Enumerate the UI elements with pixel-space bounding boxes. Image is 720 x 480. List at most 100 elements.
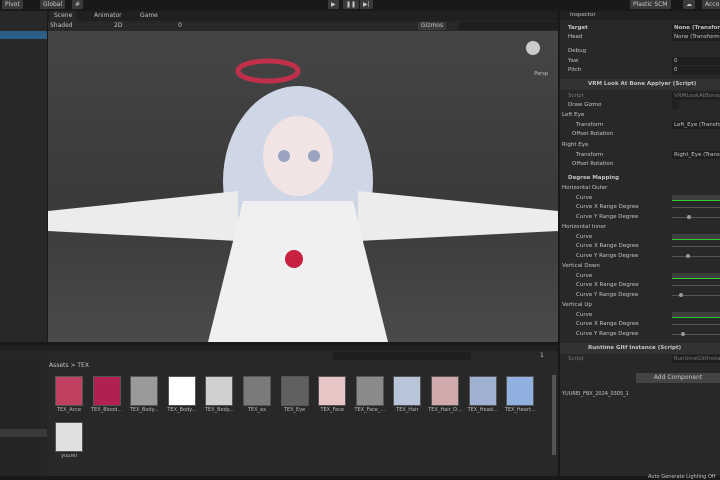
curve-x-slider[interactable] <box>672 324 720 325</box>
script-label: Script <box>568 93 584 99</box>
asset-label[interactable]: TEX_Head... <box>464 407 502 413</box>
scene-viewport[interactable]: Persp <box>48 31 558 342</box>
asset-label[interactable]: TEX_ex <box>238 407 276 413</box>
asset-thumbnail[interactable] <box>243 376 271 406</box>
add-component-button[interactable]: Add Component <box>636 373 720 383</box>
account-button[interactable]: Acco <box>702 0 720 9</box>
asset-label[interactable]: TEX_Eye <box>276 407 314 413</box>
component-header-gltf[interactable]: Runtime Gltf Instance (Script) <box>588 343 681 354</box>
project-panel: 1 Assets > TEX TEX_Acce TEX_Blood... TEX… <box>0 345 558 476</box>
asset-label[interactable]: TEX_Face <box>313 407 351 413</box>
tab-game[interactable]: Game <box>136 11 162 21</box>
asset-label[interactable]: TEX_Body... <box>125 407 163 413</box>
asset-thumbnail[interactable] <box>130 376 159 406</box>
pitch-field[interactable]: 0 <box>672 66 720 74</box>
curve-x-slider[interactable] <box>672 207 720 208</box>
project-scrollbar[interactable] <box>552 375 556 455</box>
left-eye-foldout[interactable]: Left Eye <box>562 111 584 120</box>
asset-thumbnail[interactable] <box>468 376 497 406</box>
asset-label[interactable]: TEX_Blood... <box>88 407 126 413</box>
curve-y-slider[interactable] <box>672 254 720 258</box>
curve-x-slider[interactable] <box>672 285 720 286</box>
inspector-tab[interactable]: Inspector <box>570 11 596 20</box>
persp-label[interactable]: Persp <box>534 71 548 77</box>
slider-knob[interactable] <box>680 332 685 336</box>
asset-thumbnail[interactable] <box>167 376 196 406</box>
degree-group-foldout[interactable]: Horizontal Outer <box>562 184 607 193</box>
asset-thumbnail[interactable] <box>355 376 384 406</box>
breadcrumb-tex[interactable]: TEX <box>77 362 89 369</box>
curve-y-label: Curve Y Range Degree <box>576 214 639 220</box>
curve-y-slider[interactable] <box>672 332 720 336</box>
cloud-icon[interactable]: ☁ <box>683 0 695 9</box>
asset-thumbnail[interactable] <box>318 376 347 406</box>
breadcrumb-assets[interactable]: Assets <box>49 362 69 369</box>
project-folder-tree <box>0 353 47 476</box>
right-eye-foldout[interactable]: Right Eye <box>562 141 588 150</box>
curve-field[interactable] <box>672 234 720 240</box>
degree-group-foldout[interactable]: Horizontal Inner <box>562 223 606 232</box>
component-header-lookat[interactable]: VRM Look At Bone Applyer (Script) <box>588 79 696 90</box>
tab-scene[interactable]: Scene <box>50 11 77 21</box>
grid-snap-button[interactable]: # <box>72 0 84 9</box>
status-bar: Auto Generate Lighting Off <box>0 474 720 480</box>
curve-x-label: Curve X Range Degree <box>576 204 639 210</box>
asset-thumbnail[interactable] <box>55 376 83 406</box>
curve-field[interactable] <box>672 312 720 318</box>
project-search-input[interactable] <box>333 352 471 360</box>
slider-knob[interactable] <box>686 254 691 258</box>
curve-y-slider[interactable] <box>672 215 720 219</box>
pause-button[interactable]: ❚❚ <box>343 0 360 9</box>
play-button[interactable]: ▶ <box>328 0 339 9</box>
script-field: VRMLookAtBoneApplyer <box>672 92 720 100</box>
degree-group-foldout[interactable]: Vertical Down <box>562 262 600 271</box>
left-offset-rotation-foldout[interactable]: Offset Rotation <box>572 130 613 139</box>
global-toggle[interactable]: Global <box>40 0 66 9</box>
asset-thumbnail[interactable] <box>506 376 535 406</box>
hidden-layers-count[interactable]: 0 <box>178 22 182 30</box>
asset-thumbnail[interactable] <box>205 376 234 406</box>
2d-toggle[interactable]: 2D <box>114 22 122 30</box>
curve-y-slider[interactable] <box>672 293 720 297</box>
asset-thumbnail[interactable] <box>393 376 422 406</box>
shading-dropdown[interactable]: Shaded <box>50 22 73 30</box>
asset-label[interactable]: TEX_Acce <box>50 407 88 413</box>
tab-animator[interactable]: Animator <box>90 11 126 21</box>
step-button[interactable]: ▶| <box>360 0 373 9</box>
yaw-field[interactable]: 0 <box>672 57 720 65</box>
pivot-toggle[interactable]: Pivot <box>2 0 23 9</box>
orientation-gizmo[interactable] <box>526 41 540 55</box>
right-offset-rotation-foldout[interactable]: Offset Rotation <box>572 160 613 169</box>
draw-gizmo-checkbox[interactable] <box>672 101 679 109</box>
asset-thumbnail[interactable] <box>55 422 83 452</box>
asset-thumbnail[interactable] <box>92 376 121 406</box>
asset-label[interactable]: TEX_Body... <box>200 407 238 413</box>
asset-thumbnail[interactable] <box>431 376 459 406</box>
asset-label[interactable]: TEX_Face_... <box>351 407 389 413</box>
hidden-count[interactable]: 1 <box>540 352 544 359</box>
slider-knob[interactable] <box>678 293 683 297</box>
head-field[interactable]: None (Transform) <box>672 33 720 41</box>
degree-group-foldout[interactable]: Vertical Up <box>562 301 592 310</box>
asset-label[interactable]: TEX_Heart... <box>501 407 539 413</box>
target-field[interactable]: None (Transform) <box>672 24 720 32</box>
selected-folder[interactable] <box>0 429 47 437</box>
asset-label[interactable]: TEX_Hair <box>388 407 426 413</box>
curve-x-slider[interactable] <box>672 246 720 247</box>
asset-label[interactable]: yuurei <box>50 453 88 459</box>
asset-label[interactable]: TEX_Body... <box>163 407 201 413</box>
left-eye-transform-field[interactable]: Left_Eye (Transform) <box>672 121 720 129</box>
project-tabs <box>0 345 558 351</box>
asset-label[interactable]: TEX_Hair_D... <box>426 407 464 413</box>
curve-field[interactable] <box>672 273 720 279</box>
gizmos-dropdown[interactable]: Gizmos <box>418 22 447 30</box>
asset-thumbnail[interactable] <box>280 376 309 406</box>
plastic-scm-button[interactable]: Plastic SCM <box>630 0 671 9</box>
scene-search-input[interactable] <box>458 22 558 30</box>
hierarchy-selected-item[interactable] <box>0 31 47 39</box>
slider-knob[interactable] <box>687 215 692 219</box>
left-eye-transform-label: Transform <box>576 122 604 128</box>
character-model <box>48 58 558 342</box>
curve-field[interactable] <box>672 195 720 201</box>
right-eye-transform-field[interactable]: Right_Eye (Transform) <box>672 151 720 159</box>
